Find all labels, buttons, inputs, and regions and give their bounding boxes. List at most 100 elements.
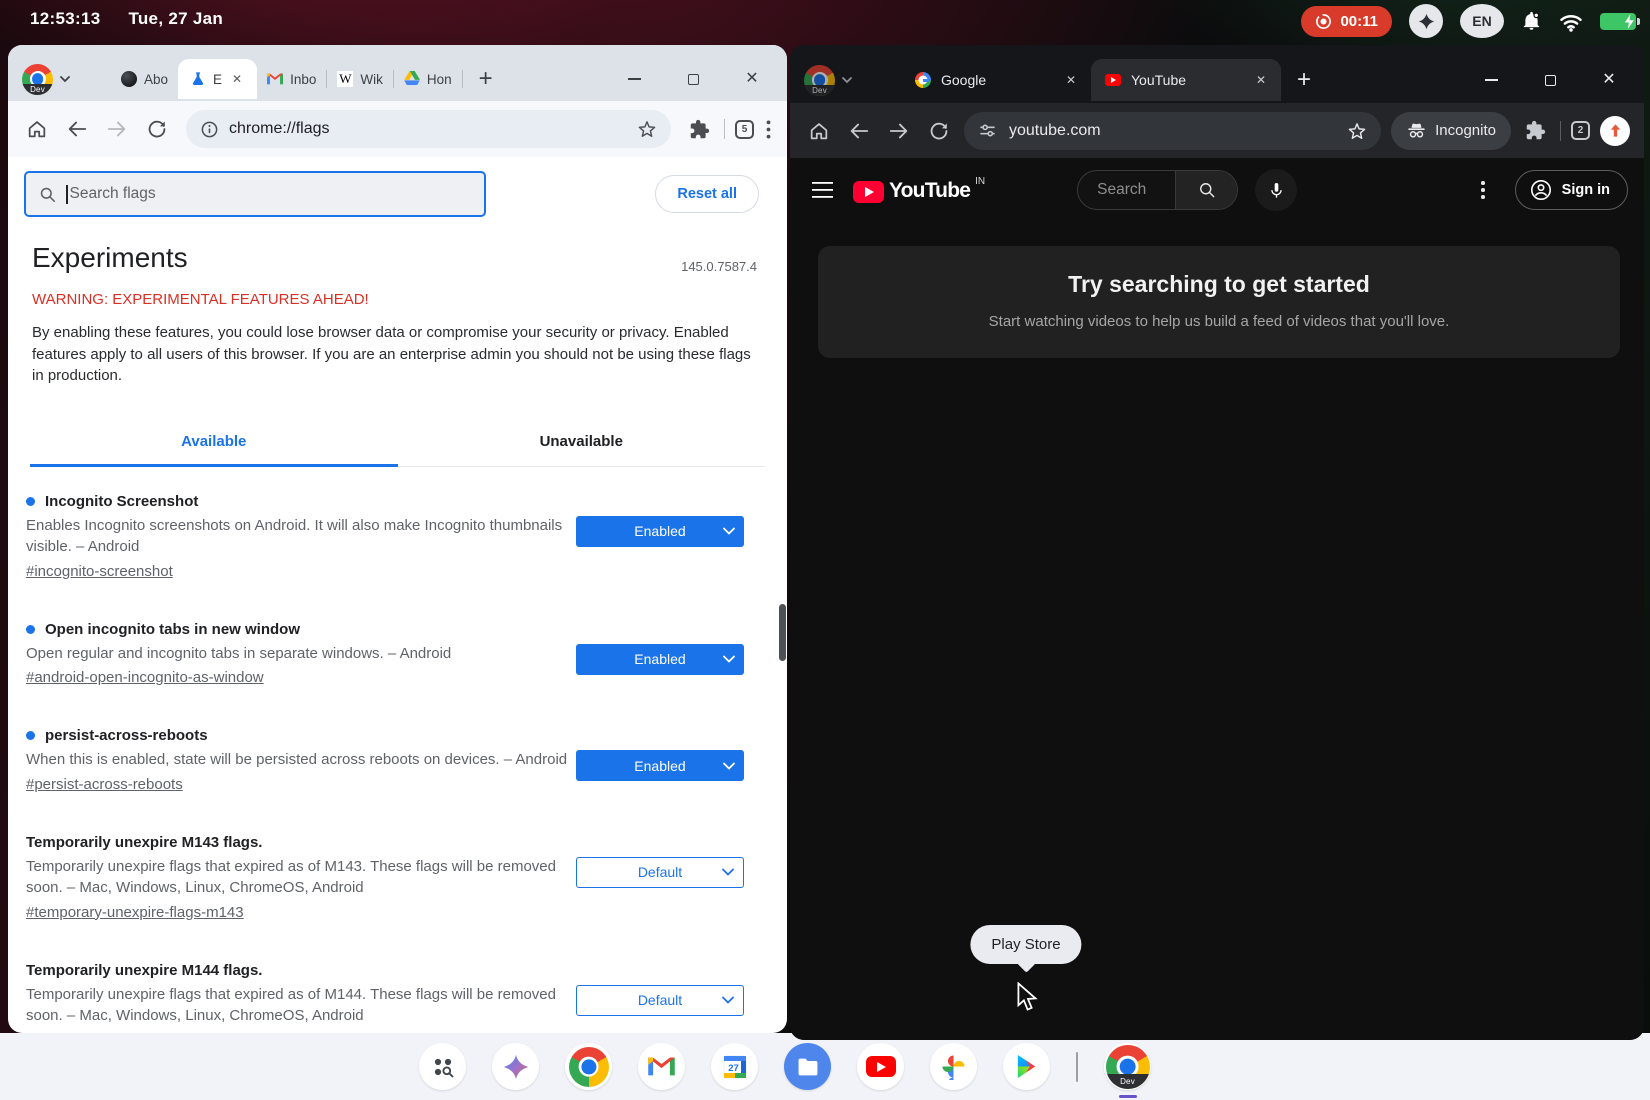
flag-link[interactable]: #incognito-screenshot [26, 563, 173, 580]
new-tab-button[interactable]: + [463, 65, 509, 93]
shelf-item-photos[interactable] [930, 1043, 977, 1090]
bookmark-star-icon[interactable] [637, 119, 657, 139]
profile-chip[interactable]: Dev [8, 64, 71, 95]
reload-icon[interactable] [924, 116, 954, 146]
shelf-item-files[interactable] [784, 1043, 831, 1090]
chevron-down-icon [841, 74, 853, 86]
flag-title: Open incognito tabs in new window [45, 621, 300, 638]
hamburger-menu-icon[interactable] [812, 182, 833, 198]
close-tab-icon[interactable]: ✕ [229, 71, 245, 87]
tab-wikipedia[interactable]: W Wik [327, 61, 393, 97]
tab-inbox[interactable]: Inbo [257, 61, 326, 97]
bookmark-star-icon[interactable] [1347, 121, 1367, 141]
youtube-icon [857, 1043, 904, 1090]
reset-all-button[interactable]: Reset all [655, 175, 759, 213]
tab-available[interactable]: Available [30, 417, 398, 467]
tab-youtube-active[interactable]: YouTube ✕ [1091, 59, 1281, 101]
tab-counter-button[interactable]: 2 [1571, 121, 1590, 140]
flag-dot [26, 731, 35, 740]
youtube-search-bar[interactable]: Search [1077, 170, 1238, 210]
shelf-item-launcher[interactable] [419, 1043, 466, 1090]
tab-about[interactable]: Abo [111, 61, 178, 97]
sign-in-button[interactable]: Sign in [1515, 170, 1628, 210]
flag-select[interactable]: Enabled [576, 516, 744, 547]
close-window-button[interactable]: ✕ [745, 72, 759, 86]
scrollbar-thumb[interactable] [779, 604, 786, 661]
svg-text:27: 27 [728, 1062, 739, 1073]
tab-label: Wik [360, 72, 383, 87]
tab-counter-button[interactable]: 5 [735, 120, 754, 139]
flag-select[interactable]: Enabled [576, 644, 744, 675]
search-submit-button[interactable] [1175, 171, 1237, 209]
youtube-favicon-icon [1105, 72, 1121, 88]
close-tab-icon[interactable]: ✕ [1063, 72, 1079, 88]
input-language-button[interactable]: EN [1460, 4, 1504, 38]
shelf-item-chrome-dev[interactable]: Dev [1104, 1043, 1151, 1090]
flag-select-value: Enabled [634, 523, 685, 539]
gemini-button[interactable] [1409, 4, 1443, 38]
home-icon[interactable] [22, 114, 52, 144]
shelf-item-youtube[interactable] [857, 1043, 904, 1090]
flag-description: Temporarily unexpire flags that expired … [26, 856, 571, 899]
incognito-profile-chip[interactable]: Dev [790, 65, 853, 96]
wifi-icon[interactable] [1559, 11, 1583, 32]
account-avatar-icon [1529, 178, 1553, 202]
wikipedia-favicon-icon: W [337, 71, 353, 87]
address-bar[interactable]: chrome://flags [186, 110, 671, 148]
extensions-icon[interactable] [685, 115, 714, 144]
shelf-item-gmail[interactable] [638, 1043, 685, 1090]
recording-time: 00:11 [1340, 13, 1378, 30]
maximize-button[interactable] [686, 72, 700, 86]
battery-icon[interactable] [1600, 13, 1636, 30]
menu-kebab-icon[interactable] [764, 116, 773, 143]
notification-bell-icon[interactable] [1521, 10, 1542, 32]
calendar-icon: 27 [711, 1043, 758, 1090]
tab-unavailable[interactable]: Unavailable [398, 417, 766, 466]
flag-link[interactable]: #temporary-unexpire-flags-m143 [26, 904, 244, 921]
close-window-button[interactable]: ✕ [1602, 73, 1616, 87]
chrome-update-button[interactable] [1600, 116, 1630, 146]
forward-icon[interactable] [102, 114, 132, 144]
voice-search-button[interactable] [1255, 169, 1297, 211]
page-info-icon[interactable] [200, 120, 219, 139]
youtube-page: YouTube IN Search [790, 158, 1644, 1040]
youtube-region-code: IN [975, 176, 985, 187]
tab-label: Hon [427, 72, 452, 87]
back-icon[interactable] [62, 114, 92, 144]
shelf-item-gemini[interactable] [492, 1043, 539, 1090]
url-text[interactable]: chrome://flags [229, 120, 627, 138]
flag-link[interactable]: #persist-across-reboots [26, 776, 183, 793]
flag-dot [26, 625, 35, 634]
flag-select[interactable]: Default [576, 985, 744, 1016]
new-tab-button[interactable]: + [1281, 66, 1327, 94]
chrome-flags-window: Dev Abo E ✕ [8, 45, 787, 1033]
shelf-item-chrome[interactable] [565, 1043, 612, 1090]
minimize-button[interactable] [627, 72, 641, 86]
tab-google[interactable]: Google ✕ [901, 61, 1091, 99]
home-icon[interactable] [804, 116, 834, 146]
youtube-kebab-icon[interactable] [1477, 177, 1489, 203]
flag-select[interactable]: Default [576, 857, 744, 888]
clock-time: 12:53:13 [30, 9, 100, 29]
minimize-button[interactable] [1484, 73, 1498, 87]
maximize-button[interactable] [1543, 73, 1557, 87]
flag-select[interactable]: Enabled [576, 750, 744, 781]
tab-label: Abo [144, 72, 168, 87]
search-input[interactable]: Search flags [24, 171, 486, 217]
site-settings-icon[interactable] [978, 121, 997, 140]
close-tab-icon[interactable]: ✕ [1253, 72, 1269, 88]
youtube-logo[interactable]: YouTube IN [853, 178, 985, 203]
tab-experiments-active[interactable]: E ✕ [178, 59, 257, 99]
screen-recording-pill[interactable]: 00:11 [1301, 6, 1392, 37]
shelf-item-calendar[interactable]: 27 [711, 1043, 758, 1090]
extensions-icon[interactable] [1521, 116, 1550, 145]
back-icon[interactable] [844, 116, 874, 146]
shelf-item-play-store[interactable] [1003, 1043, 1050, 1090]
tab-home-drive[interactable]: Hon [394, 61, 462, 97]
forward-icon[interactable] [884, 116, 914, 146]
address-bar[interactable]: youtube.com [964, 112, 1381, 150]
reload-icon[interactable] [142, 114, 172, 144]
url-text[interactable]: youtube.com [1009, 122, 1335, 140]
flag-row: Open incognito tabs in new window Open r… [26, 621, 765, 688]
flag-link[interactable]: #android-open-incognito-as-window [26, 669, 264, 686]
